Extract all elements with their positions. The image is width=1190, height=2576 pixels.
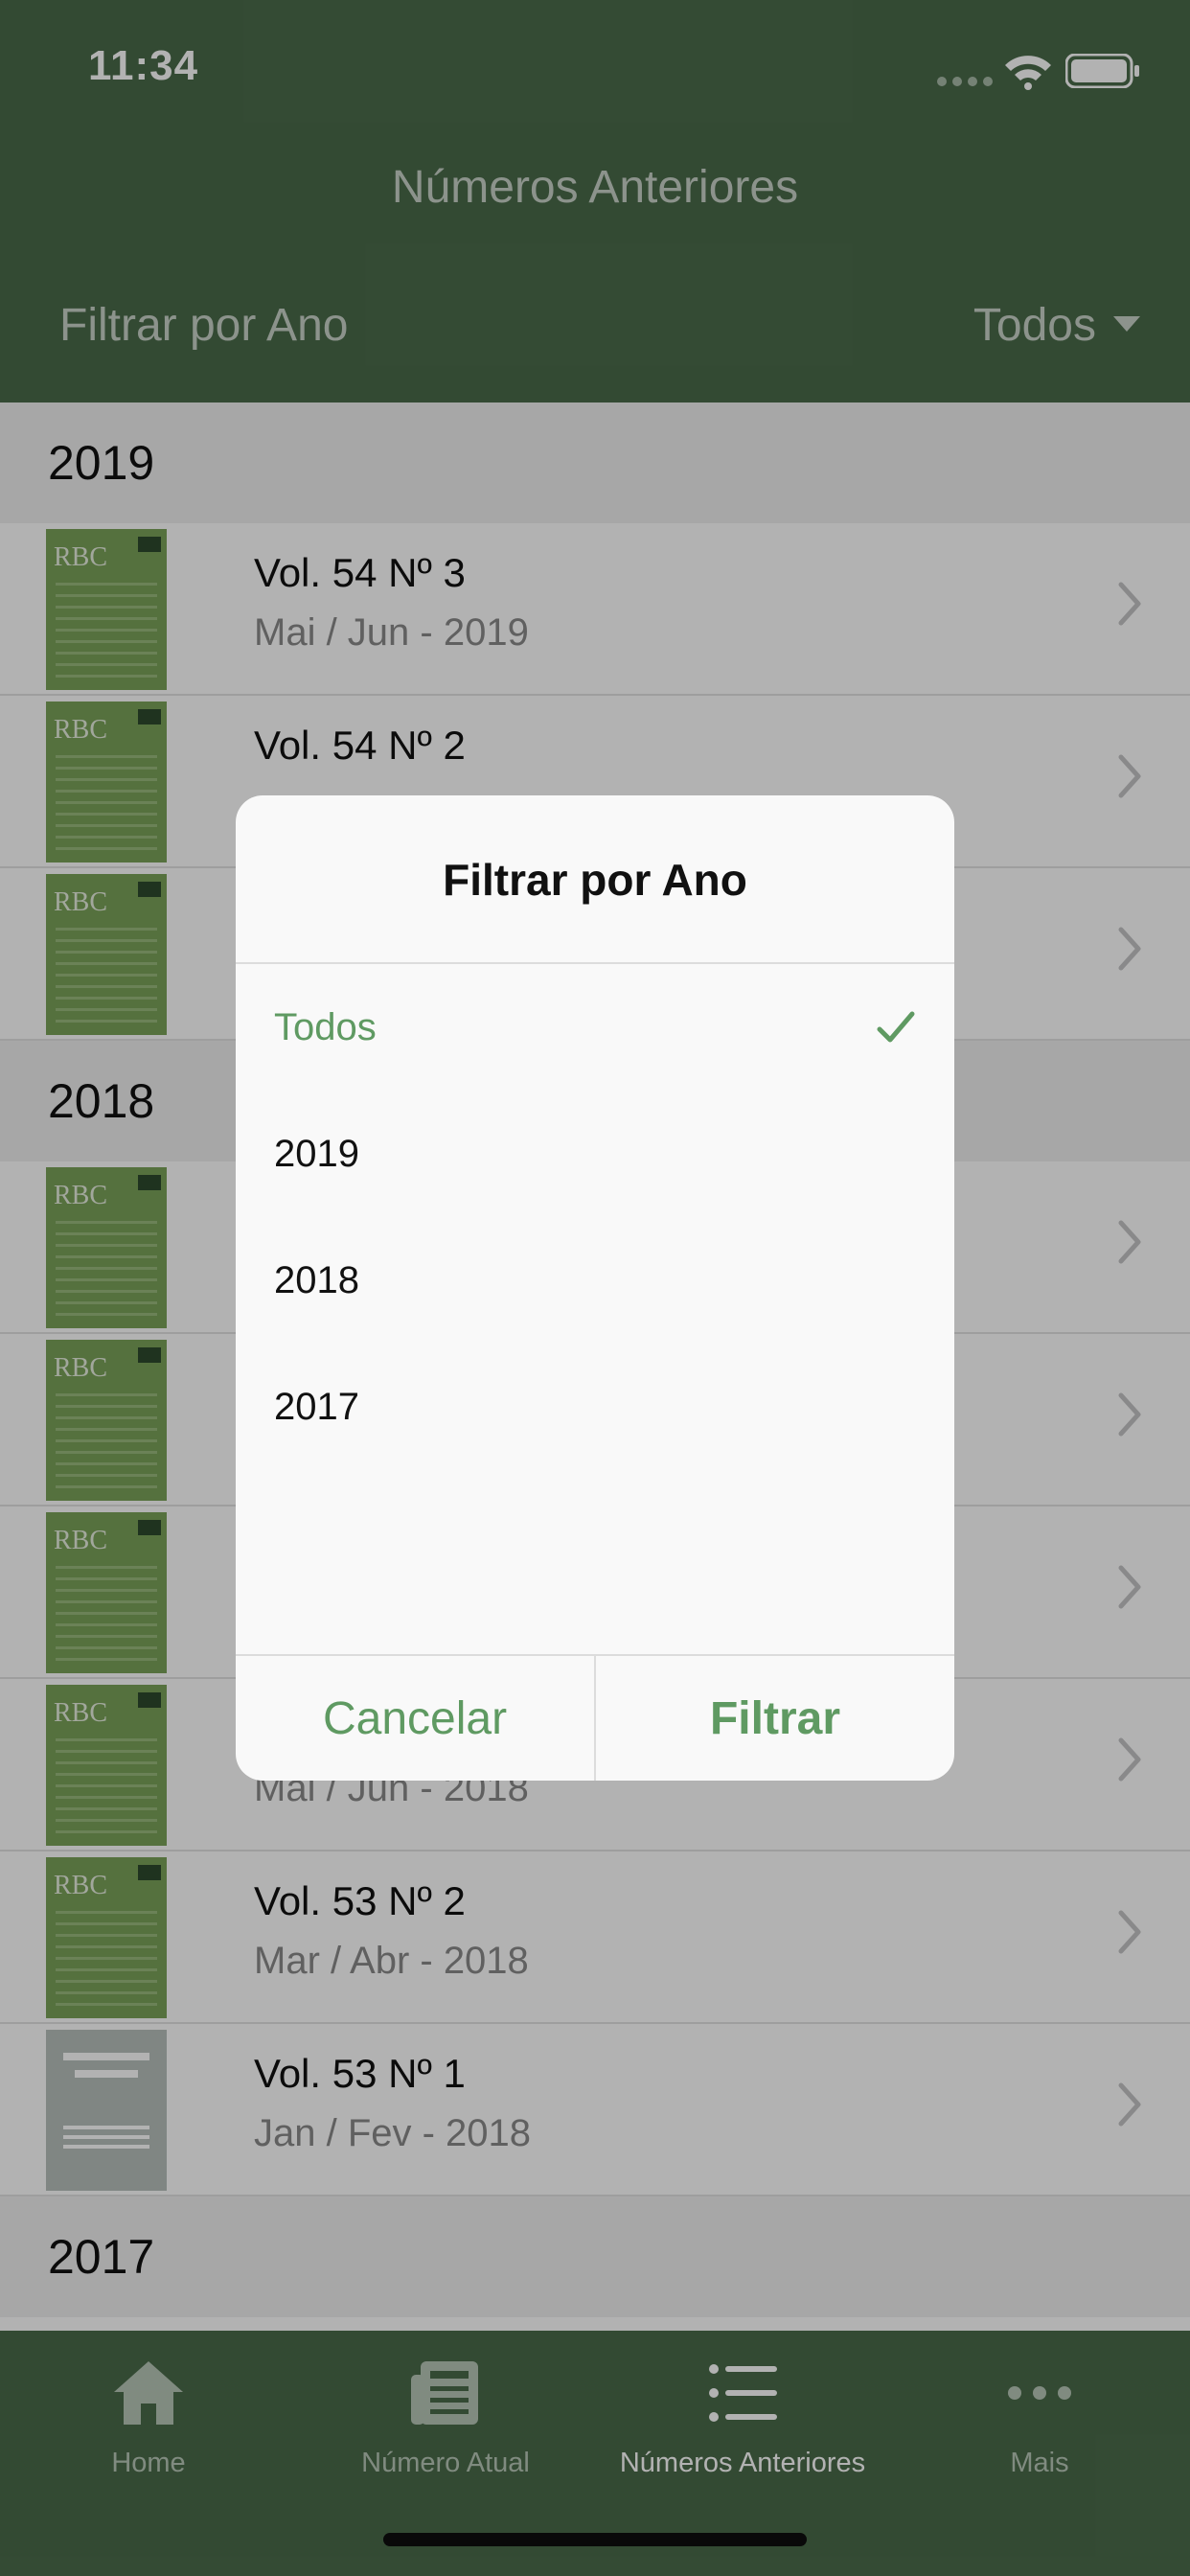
year-option[interactable]: 2017	[236, 1344, 954, 1470]
year-option-label: 2017	[274, 1386, 359, 1428]
year-option-label: 2019	[274, 1133, 359, 1175]
dialog-title: Filtrar por Ano	[236, 795, 954, 964]
year-option-label: 2018	[274, 1259, 359, 1301]
year-option[interactable]: 2016	[236, 1470, 954, 1493]
cancel-button[interactable]: Cancelar	[236, 1656, 596, 1781]
year-option[interactable]: Todos	[236, 964, 954, 1091]
year-options-list[interactable]: Todos20192018201720162015	[236, 964, 954, 1493]
year-option[interactable]: 2019	[236, 1091, 954, 1217]
year-option-label: Todos	[274, 1006, 377, 1048]
filter-button[interactable]: Filtrar	[596, 1656, 954, 1781]
dialog-actions: Cancelar Filtrar	[236, 1654, 954, 1781]
checkmark-icon	[877, 1011, 915, 1043]
filter-year-dialog: Filtrar por Ano Todos2019201820172016201…	[236, 795, 954, 1781]
year-option[interactable]: 2018	[236, 1217, 954, 1344]
